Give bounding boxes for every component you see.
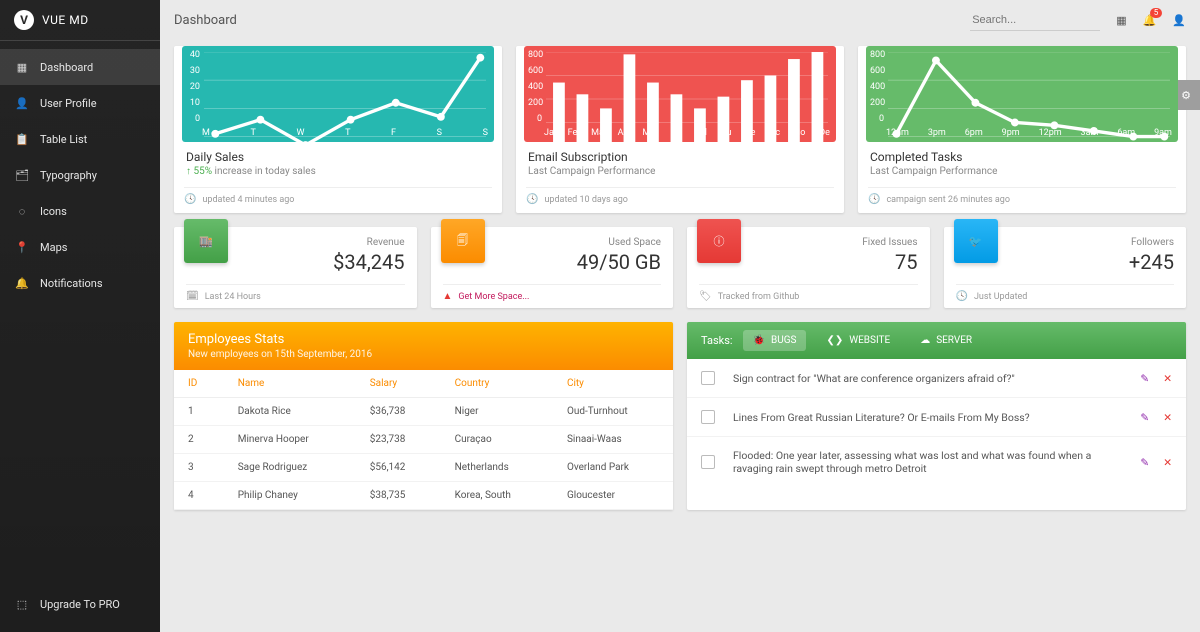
col-salary: Salary <box>356 370 441 398</box>
employees-table: ID Name Salary Country City 1Dakota Rice… <box>174 370 673 510</box>
clock-icon: 🕓 <box>956 291 968 302</box>
brand-logo: V <box>14 10 34 30</box>
daily-sales-chart: 403020100 MTWTFSS <box>182 46 494 142</box>
daily-sales-card: 403020100 MTWTFSS Daily Sales ↑ 55% incr… <box>174 46 502 213</box>
notifications-icon[interactable]: 🔔5 <box>1143 14 1157 27</box>
nav-label: Dashboard <box>40 61 93 74</box>
email-subscription-chart: 8006004002000 JaFeMaApMaiJuJulAuSeOcNoDe <box>524 46 836 142</box>
tab-bugs[interactable]: 🐞BUGS <box>743 330 807 351</box>
chart-subtitle: Last Campaign Performance <box>528 166 832 177</box>
nav-label: Table List <box>40 133 87 146</box>
task-row: Sign contract for "What are conference o… <box>687 359 1186 398</box>
bug-icon: 🐞 <box>753 335 765 346</box>
tab-website[interactable]: ❮❯WEBSITE <box>816 330 900 351</box>
nav-label: User Profile <box>40 97 97 110</box>
page-title: Dashboard <box>174 13 237 28</box>
upgrade-label: Upgrade To PRO <box>40 598 120 611</box>
bell-icon: 🔔 <box>14 275 30 291</box>
clock-icon: 🕓 <box>526 194 538 205</box>
info-icon: ⓘ <box>697 219 741 263</box>
dashboard-icon: ▦ <box>14 59 30 75</box>
task-row: Lines From Great Russian Literature? Or … <box>687 398 1186 437</box>
nav-label: Icons <box>40 205 67 218</box>
edit-icon[interactable]: ✎ <box>1140 411 1149 424</box>
bubble-icon: ◌ <box>14 203 30 219</box>
apps-icon[interactable]: ▦ <box>1116 14 1126 27</box>
sidebar: V VUE MD ▦ Dashboard 👤 User Profile 📋 Ta… <box>0 0 160 632</box>
tasks-label: Tasks: <box>701 334 733 347</box>
tab-server[interactable]: ☁SERVER <box>910 330 982 351</box>
nav-label: Notifications <box>40 277 103 290</box>
chart-subtitle: ↑ 55% increase in today sales <box>186 166 490 177</box>
completed-tasks-chart: 8006004002000 12am3pm6pm9pm12pm3am6am9am <box>866 46 1178 142</box>
tag-icon: 🏷 <box>699 291 712 302</box>
edit-icon[interactable]: ✎ <box>1140 456 1149 469</box>
nav-item-dashboard[interactable]: ▦ Dashboard <box>0 49 160 85</box>
task-text: Lines From Great Russian Literature? Or … <box>727 411 1128 424</box>
clock-icon: 🕓 <box>868 194 880 205</box>
clock-icon: 🕓 <box>184 194 196 205</box>
task-row: Flooded: One year later, assessing what … <box>687 437 1186 487</box>
nav-label: Maps <box>40 241 67 254</box>
pin-icon: 📍 <box>14 239 30 255</box>
brand: V VUE MD <box>0 10 160 41</box>
close-icon[interactable]: ✕ <box>1163 456 1172 469</box>
nav: ▦ Dashboard 👤 User Profile 📋 Table List … <box>0 49 160 586</box>
task-text: Sign contract for "What are conference o… <box>727 372 1128 385</box>
col-id: ID <box>174 370 224 398</box>
nav-item-maps[interactable]: 📍 Maps <box>0 229 160 265</box>
table-row: 1Dakota Rice$36,738NigerOud-Turnhout <box>174 398 673 426</box>
employees-subtitle: New employees on 15th September, 2016 <box>188 349 659 360</box>
col-name: Name <box>224 370 356 398</box>
search-input[interactable] <box>970 10 1100 31</box>
topbar: Dashboard ▦ 🔔5 👤 <box>160 0 1200 40</box>
code-icon: ❮❯ <box>826 335 843 346</box>
nav-item-notifications[interactable]: 🔔 Notifications <box>0 265 160 301</box>
table-row: 3Sage Rodriguez$56,142NetherlandsOverlan… <box>174 454 673 482</box>
email-subscription-card: 8006004002000 JaFeMaApMaiJuJulAuSeOcNoDe… <box>516 46 844 213</box>
edit-icon[interactable]: ✎ <box>1140 372 1149 385</box>
close-icon[interactable]: ✕ <box>1163 411 1172 424</box>
task-checkbox[interactable] <box>701 455 715 469</box>
used-space-card: 🗐 Used Space49/50 GB ▲Get More Space... <box>431 227 674 308</box>
nav-label: Typography <box>40 169 97 182</box>
fixed-issues-card: ⓘ Fixed Issues75 🏷Tracked from Github <box>687 227 930 308</box>
notification-badge: 5 <box>1150 8 1163 18</box>
task-checkbox[interactable] <box>701 410 715 424</box>
chart-title: Email Subscription <box>528 150 832 164</box>
warning-icon: ▲ <box>443 291 453 302</box>
task-checkbox[interactable] <box>701 371 715 385</box>
revenue-card: 🏬 Revenue$34,245 🗓Last 24 Hours <box>174 227 417 308</box>
get-more-space-link[interactable]: ▲Get More Space... <box>443 284 662 302</box>
table-row: 2Minerva Hooper$23,738CuraçaoSinaai-Waas <box>174 426 673 454</box>
upgrade-button[interactable]: ⬚ Upgrade To PRO <box>0 586 160 622</box>
nav-item-user-profile[interactable]: 👤 User Profile <box>0 85 160 121</box>
employees-card: Employees Stats New employees on 15th Se… <box>174 322 673 510</box>
person-icon: 👤 <box>14 95 30 111</box>
followers-card: 🐦 Followers+245 🕓Just Updated <box>944 227 1187 308</box>
chart-subtitle: Last Campaign Performance <box>870 166 1174 177</box>
store-icon: 🏬 <box>184 219 228 263</box>
cloud-icon: ☁ <box>920 335 930 346</box>
col-country: Country <box>441 370 553 398</box>
completed-tasks-card: 8006004002000 12am3pm6pm9pm12pm3am6am9am… <box>858 46 1186 213</box>
rocket-icon: ⬚ <box>14 596 30 612</box>
col-city: City <box>553 370 673 398</box>
tasks-card: Tasks: 🐞BUGS ❮❯WEBSITE ☁SERVER Sign cont… <box>687 322 1186 510</box>
calendar-icon: 🗓 <box>186 291 199 302</box>
copy-icon: 🗐 <box>441 219 485 263</box>
nav-item-icons[interactable]: ◌ Icons <box>0 193 160 229</box>
table-row: 4Philip Chaney$38,735Korea, SouthGlouces… <box>174 482 673 510</box>
brand-name: VUE MD <box>42 13 89 27</box>
library-icon: 🗂 <box>14 167 30 183</box>
close-icon[interactable]: ✕ <box>1163 372 1172 385</box>
nav-item-table-list[interactable]: 📋 Table List <box>0 121 160 157</box>
nav-item-typography[interactable]: 🗂 Typography <box>0 157 160 193</box>
employees-title: Employees Stats <box>188 332 659 347</box>
task-text: Flooded: One year later, assessing what … <box>727 449 1128 475</box>
twitter-icon: 🐦 <box>954 219 998 263</box>
clipboard-icon: 📋 <box>14 131 30 147</box>
account-icon[interactable]: 👤 <box>1172 14 1186 27</box>
